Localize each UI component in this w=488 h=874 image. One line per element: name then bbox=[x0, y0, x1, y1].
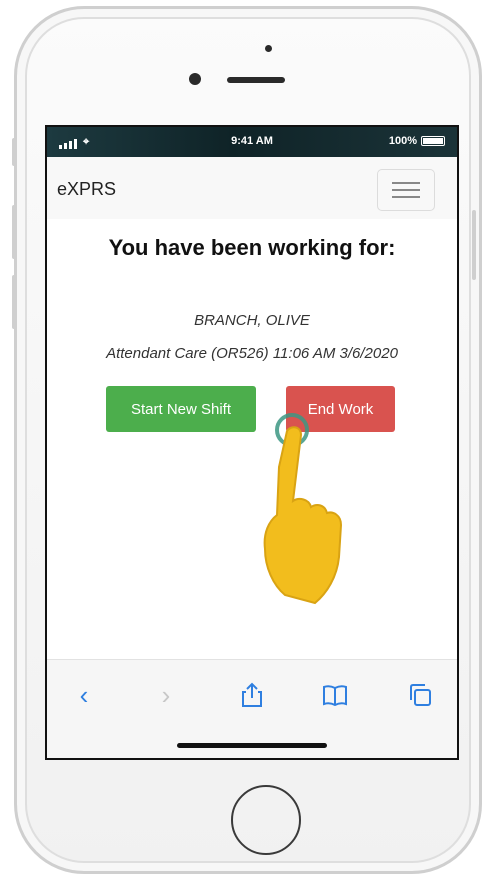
power-button bbox=[472, 210, 476, 280]
bookmarks-icon[interactable] bbox=[320, 680, 350, 710]
front-camera bbox=[189, 73, 201, 85]
battery-icon bbox=[421, 136, 445, 146]
share-icon[interactable] bbox=[237, 680, 267, 710]
forward-icon[interactable]: › bbox=[151, 680, 181, 710]
home-button[interactable] bbox=[231, 785, 301, 855]
page-heading: You have been working for: bbox=[108, 235, 396, 260]
hamburger-menu-button[interactable] bbox=[377, 169, 435, 211]
battery-percent: 100% bbox=[388, 135, 417, 147]
home-indicator bbox=[177, 743, 327, 748]
pointer-hand-icon bbox=[263, 426, 343, 605]
status-bar: ⌖ 9:41 AM 100% bbox=[47, 127, 457, 157]
brand-logo[interactable]: eXPRS bbox=[57, 179, 116, 200]
back-icon[interactable]: ‹ bbox=[69, 680, 99, 710]
earpiece-speaker bbox=[227, 77, 285, 83]
phone-screen: ⌖ 9:41 AM 100% eXPRS You have been worki… bbox=[45, 125, 459, 760]
sensor-dot bbox=[265, 45, 272, 52]
browser-toolbar: ‹ › bbox=[47, 659, 457, 758]
navbar: eXPRS bbox=[47, 157, 457, 219]
volume-down-button bbox=[12, 275, 16, 329]
service-details: Attendant Care (OR526) 11:06 AM 3/6/2020 bbox=[106, 345, 398, 362]
mute-switch bbox=[12, 138, 16, 166]
menu-icon bbox=[392, 182, 420, 184]
client-name: BRANCH, OLIVE bbox=[194, 312, 310, 329]
volume-up-button bbox=[12, 205, 16, 259]
tabs-icon[interactable] bbox=[405, 680, 435, 710]
